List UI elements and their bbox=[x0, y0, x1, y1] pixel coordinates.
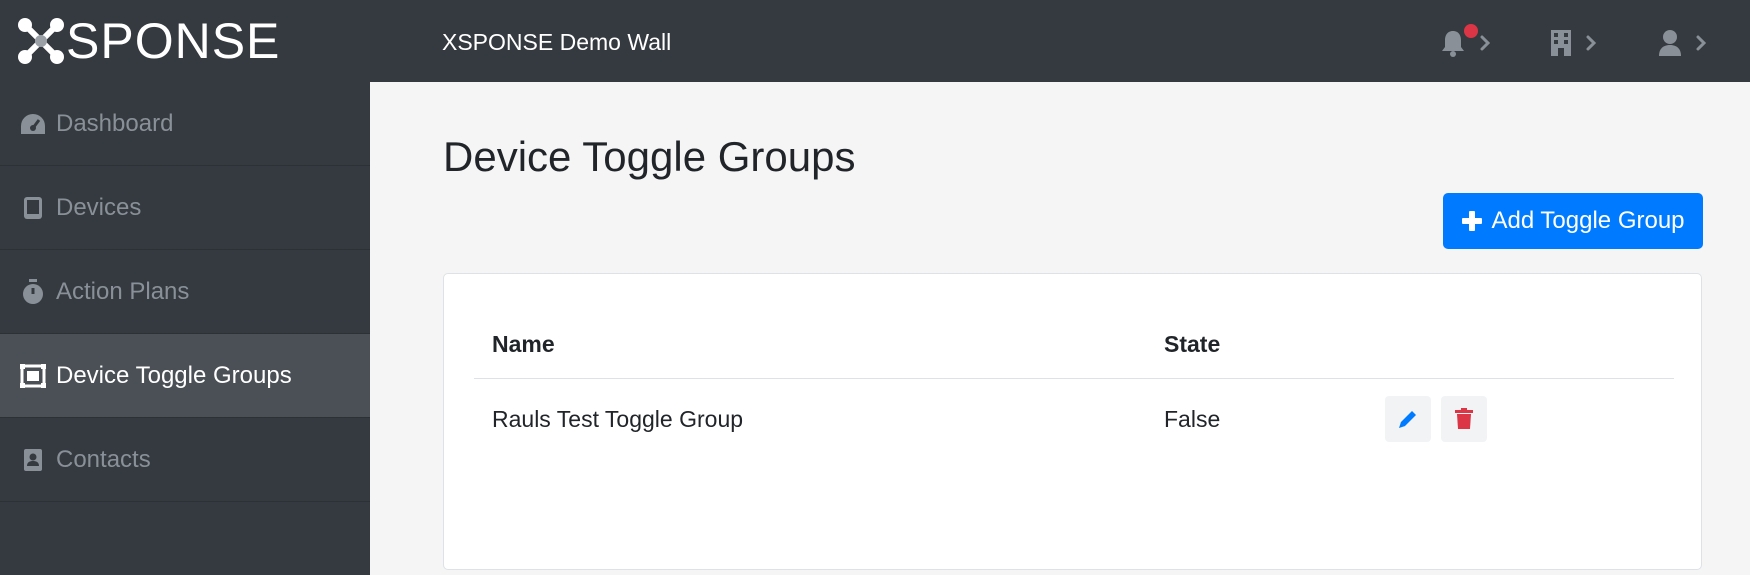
trash-icon bbox=[1455, 408, 1474, 429]
sidebar-item-label: Action Plans bbox=[56, 277, 190, 305]
column-header-state: State bbox=[1146, 310, 1367, 379]
sidebar-item-label: Contacts bbox=[56, 445, 151, 473]
building-icon bbox=[1551, 30, 1571, 56]
user-menu-dropdown[interactable] bbox=[1658, 26, 1708, 60]
sidebar-item-action-plans[interactable]: Action Plans bbox=[0, 250, 370, 334]
organization-dropdown[interactable] bbox=[1550, 26, 1598, 60]
sidebar-item-contacts[interactable]: Contacts bbox=[0, 418, 370, 502]
chevron-right-icon bbox=[1696, 35, 1707, 51]
column-header-name: Name bbox=[474, 310, 1146, 379]
sidebar-item-label: Device Toggle Groups bbox=[56, 361, 292, 389]
toggle-groups-table: Name State Rauls Test Toggle Group False bbox=[474, 310, 1674, 459]
object-group-icon bbox=[20, 363, 46, 389]
row-state-cell: False bbox=[1164, 405, 1221, 432]
bell-icon bbox=[1442, 31, 1464, 57]
sidebar: Dashboard Devices Action Plans Device To… bbox=[0, 82, 370, 575]
column-header-actions bbox=[1367, 310, 1674, 379]
edit-button[interactable] bbox=[1385, 396, 1431, 442]
notification-badge bbox=[1464, 24, 1478, 38]
pencil-icon bbox=[1399, 411, 1416, 428]
sidebar-item-label: Devices bbox=[56, 193, 142, 221]
sidebar-item-device-toggle-groups[interactable]: Device Toggle Groups bbox=[0, 334, 370, 418]
logo-text: SPONSE bbox=[66, 13, 281, 69]
row-actions-cell bbox=[1367, 379, 1674, 460]
speedometer-icon bbox=[20, 111, 46, 137]
logo-x-icon bbox=[18, 18, 64, 64]
sidebar-item-dashboard[interactable]: Dashboard bbox=[0, 82, 370, 166]
top-navbar: SPONSE XSPONSE Demo Wall bbox=[0, 0, 1750, 82]
plus-icon bbox=[1462, 211, 1483, 231]
table-row: Rauls Test Toggle Group False bbox=[474, 379, 1674, 460]
add-toggle-group-label: Add Toggle Group bbox=[1491, 207, 1685, 234]
delete-button[interactable] bbox=[1441, 396, 1488, 442]
sidebar-item-label: Dashboard bbox=[56, 109, 174, 137]
notifications-dropdown[interactable] bbox=[1440, 24, 1492, 60]
page-title: Device Toggle Groups bbox=[443, 133, 856, 180]
row-name-cell: Rauls Test Toggle Group bbox=[492, 405, 744, 432]
chevron-right-icon bbox=[1586, 35, 1597, 51]
user-icon bbox=[1659, 30, 1681, 56]
app-title: XSPONSE Demo Wall bbox=[442, 29, 672, 55]
toggle-groups-card: Name State Rauls Test Toggle Group False bbox=[443, 273, 1702, 570]
xsponse-logo[interactable]: SPONSE bbox=[18, 16, 280, 66]
stopwatch-icon bbox=[20, 278, 46, 305]
address-book-icon bbox=[20, 447, 46, 473]
tablet-icon bbox=[20, 195, 46, 221]
main-content: Device Toggle Groups Add Toggle Group Na… bbox=[370, 82, 1750, 575]
chevron-right-icon bbox=[1480, 35, 1491, 51]
sidebar-item-devices[interactable]: Devices bbox=[0, 166, 370, 250]
add-toggle-group-button[interactable]: Add Toggle Group bbox=[1443, 193, 1703, 249]
table-header-row: Name State bbox=[474, 310, 1674, 379]
